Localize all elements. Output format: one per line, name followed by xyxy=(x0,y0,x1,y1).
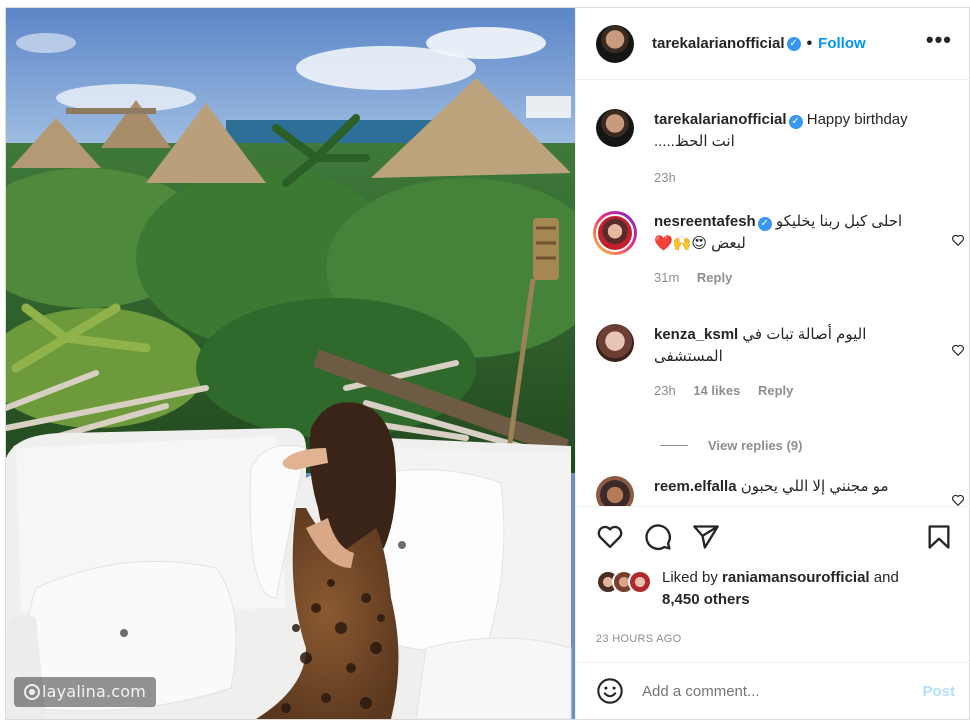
caption-username[interactable]: tarekalarianofficial xyxy=(654,111,787,128)
liker-avatar xyxy=(628,570,652,594)
verified-icon: ✓ xyxy=(788,115,803,129)
comment-meta: 31m Reply xyxy=(654,267,958,289)
commenter-avatar[interactable] xyxy=(596,324,634,362)
commenter-username[interactable]: reem.elfalla xyxy=(654,478,737,495)
heart-icon[interactable] xyxy=(596,523,624,551)
comment-item: nesreentafesh ✓ احلى كبل ربنا يخليكو لبعض… xyxy=(593,211,958,289)
share-icon[interactable] xyxy=(692,523,720,551)
comment-likes[interactable]: 14 likes xyxy=(693,383,740,398)
commenter-username[interactable]: kenza_ksml xyxy=(654,326,738,343)
likes-summary: Liked by raniamansourofficial and 8,450 … xyxy=(576,567,970,627)
comment-text: اليوم أصالة تبات في xyxy=(742,326,867,343)
post-photo[interactable]: layalina.com xyxy=(6,8,575,719)
comment-time[interactable]: 23h xyxy=(654,383,676,398)
post-image xyxy=(6,8,575,719)
caption-meta: 23h xyxy=(654,167,961,189)
caption-body: tarekalarianofficial ✓ Happy birthday انت… xyxy=(654,109,961,189)
comment-input[interactable] xyxy=(642,682,923,700)
verified-icon: ✓ xyxy=(786,36,801,51)
post-frame: layalina.com tarekalarianofficial ✓ • Fo… xyxy=(5,7,970,720)
reply-button[interactable]: Reply xyxy=(697,270,732,285)
caption-time[interactable]: 23h xyxy=(654,170,676,185)
caption-text: Happy birthday xyxy=(806,111,908,128)
follow-button[interactable]: Follow xyxy=(818,35,866,52)
view-replies-button[interactable]: View replies (9) xyxy=(660,438,802,453)
commenter-username[interactable]: nesreentafesh xyxy=(654,213,756,230)
comment-time[interactable]: 31m xyxy=(654,270,679,285)
comments-list[interactable]: tarekalarianofficial ✓ Happy birthday انت… xyxy=(576,81,970,506)
comment-body: nesreentafesh ✓ احلى كبل ربنا يخليكو لبعض… xyxy=(654,211,958,289)
author-info: tarekalarianofficial ✓ • Follow xyxy=(652,35,866,53)
commenter-avatar[interactable] xyxy=(596,476,634,506)
post-button[interactable]: Post xyxy=(922,683,955,700)
bookmark-icon[interactable] xyxy=(925,523,953,551)
post-actions-area: Liked by raniamansourofficial and 8,450 … xyxy=(576,506,970,645)
comment-composer: Post xyxy=(576,662,970,719)
replies-divider xyxy=(660,445,688,446)
comment-meta: 23h 14 likes Reply xyxy=(654,380,961,402)
likes-text: Liked by raniamansourofficial and 8,450 … xyxy=(662,569,899,608)
comment-text-line2: لبعض 😍🙌❤️ xyxy=(654,235,746,252)
view-replies-label: View replies (9) xyxy=(708,438,803,453)
comment-item: reem.elfalla مو مجنني إلا اللي يحبون xyxy=(596,476,961,506)
author-username[interactable]: tarekalarianofficial xyxy=(652,35,785,52)
commenter-avatar[interactable] xyxy=(593,211,637,255)
caption-text-line2: انت الحظ..... xyxy=(654,133,735,150)
likers-avatars[interactable] xyxy=(596,570,656,594)
comment-like-heart-icon[interactable] xyxy=(951,233,965,247)
post-header: tarekalarianofficial ✓ • Follow ••• xyxy=(576,8,970,80)
comment-body: reem.elfalla مو مجنني إلا اللي يحبون xyxy=(654,476,961,506)
post-timestamp[interactable]: 23 HOURS AGO xyxy=(576,633,970,645)
comment-item: kenza_ksml اليوم أصالة تبات في المستشفى … xyxy=(596,324,961,402)
verified-icon: ✓ xyxy=(757,217,772,231)
comment-text-line2: المستشفى xyxy=(654,348,723,365)
watermark-logo-icon xyxy=(24,684,40,700)
comment-like-heart-icon[interactable] xyxy=(951,343,965,357)
comment-text: مو مجنني إلا اللي يحبون xyxy=(740,478,889,495)
emoji-icon[interactable] xyxy=(596,677,624,705)
caption-avatar[interactable] xyxy=(596,109,634,147)
comment-icon[interactable] xyxy=(644,523,672,551)
liked-by-others[interactable]: 8,450 others xyxy=(662,591,750,608)
comment-like-heart-icon[interactable] xyxy=(951,493,965,506)
reply-button[interactable]: Reply xyxy=(758,383,793,398)
comment-text: احلى كبل ربنا يخليكو xyxy=(775,213,903,230)
action-bar xyxy=(576,507,970,567)
caption: tarekalarianofficial ✓ Happy birthday انت… xyxy=(596,109,961,189)
watermark: layalina.com xyxy=(14,677,157,707)
post-side-panel: tarekalarianofficial ✓ • Follow ••• tare… xyxy=(575,8,970,719)
separator-dot: • xyxy=(806,34,813,52)
comment-body: kenza_ksml اليوم أصالة تبات في المستشفى … xyxy=(654,324,961,402)
more-icon[interactable]: ••• xyxy=(926,28,952,53)
liked-by-user[interactable]: raniamansourofficial xyxy=(722,569,870,586)
author-avatar[interactable] xyxy=(596,24,634,63)
